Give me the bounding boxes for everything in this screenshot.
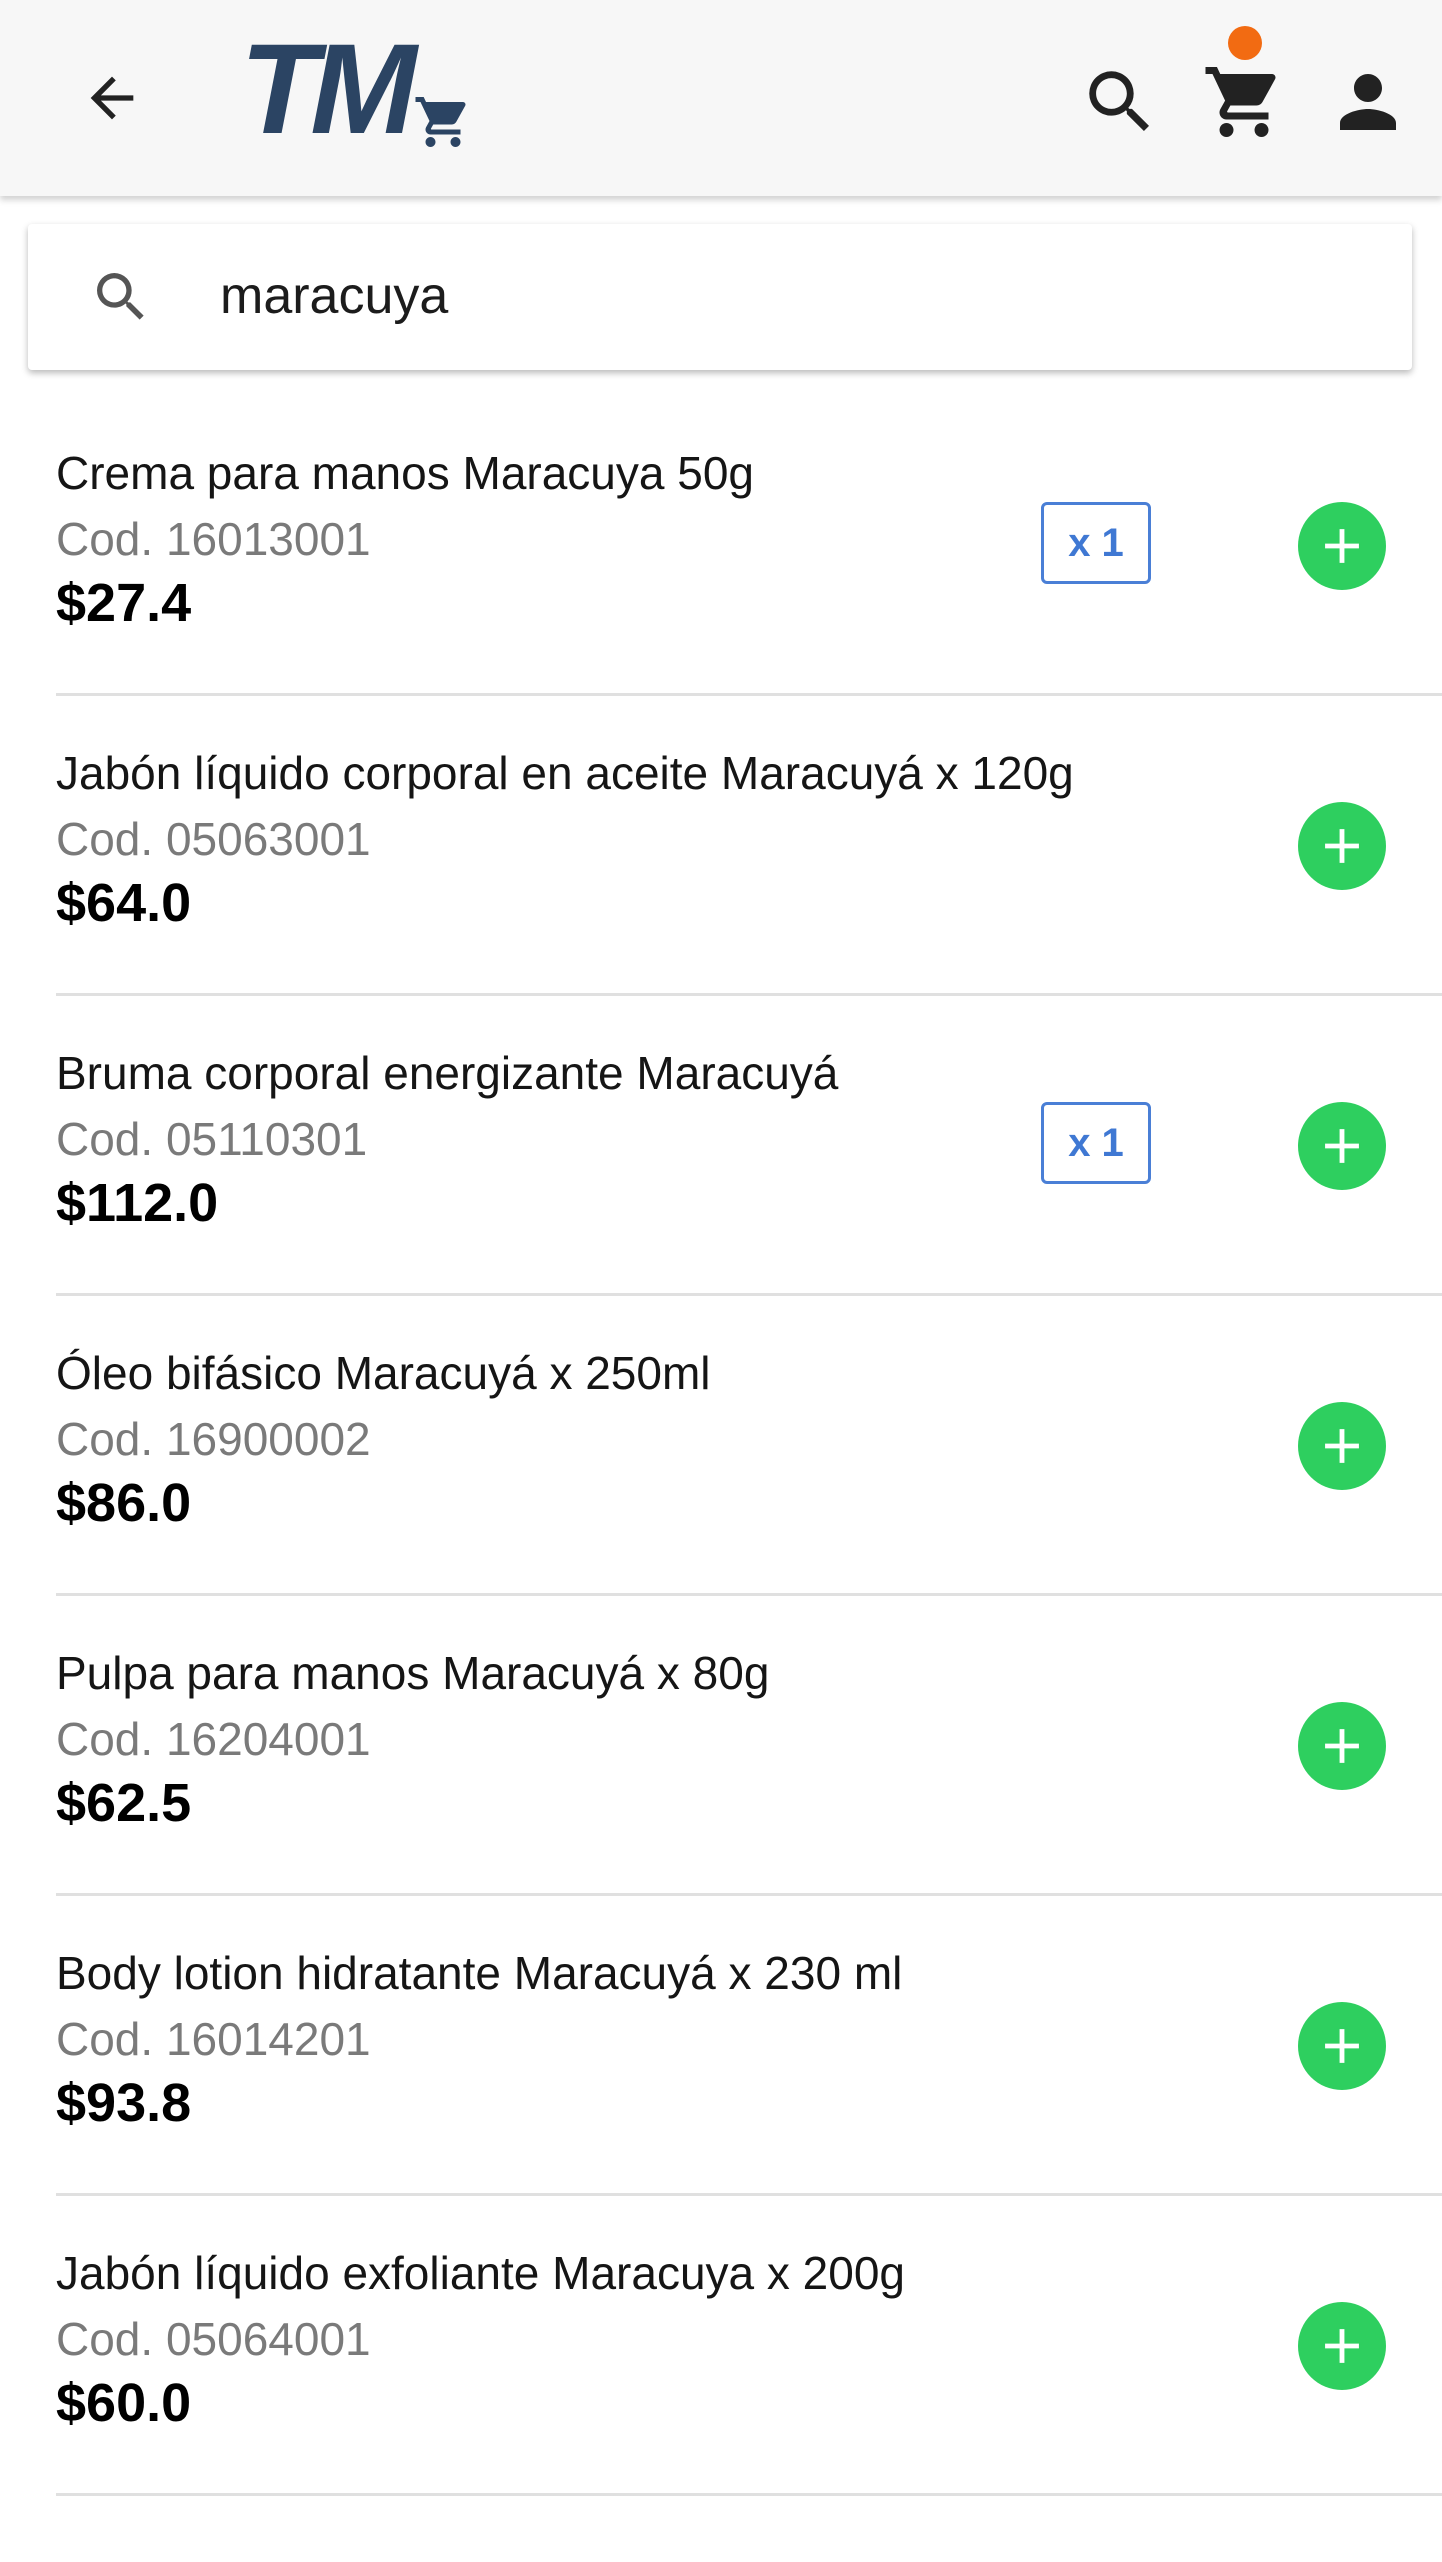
plus-icon: [1325, 2029, 1359, 2063]
quantity-badge[interactable]: x 1: [1041, 1102, 1151, 1184]
product-code: Cod. 16204001: [56, 1713, 371, 1765]
list-item[interactable]: Jabón líquido corporal en aceite Maracuy…: [56, 696, 1442, 996]
plus-icon: [1325, 1129, 1359, 1163]
search-icon: [1089, 71, 1150, 132]
product-price: $60.0: [56, 2373, 192, 2433]
plus-icon: [1325, 2329, 1359, 2363]
quantity-badge[interactable]: x 1: [1041, 502, 1151, 584]
back-button[interactable]: [62, 48, 162, 148]
product-list: Crema para manos Maracuya 50g Cod. 16013…: [0, 396, 1442, 2496]
product-name: Pulpa para manos Maracuyá x 80g: [56, 1647, 770, 1699]
account-icon: [1340, 74, 1396, 130]
product-price: $62.5: [56, 1773, 192, 1833]
product-code: Cod. 05064001: [56, 2313, 371, 2365]
plus-icon: [1325, 829, 1359, 863]
list-item[interactable]: Crema para manos Maracuya 50g Cod. 16013…: [56, 396, 1442, 696]
product-name: Óleo bifásico Maracuyá x 250ml: [56, 1347, 711, 1399]
add-to-cart-button[interactable]: [1298, 802, 1386, 890]
product-name: Jabón líquido exfoliante Maracuya x 200g: [56, 2247, 906, 2299]
account-button[interactable]: [1316, 52, 1420, 152]
list-item[interactable]: Bruma corporal energizante Maracuyá Cod.…: [56, 996, 1442, 1296]
plus-icon: [1325, 1429, 1359, 1463]
search-icon: [86, 262, 156, 332]
header-search-button[interactable]: [1068, 52, 1172, 152]
add-to-cart-button[interactable]: [1298, 2002, 1386, 2090]
logo-cart-icon: [415, 97, 466, 147]
search-input[interactable]: [220, 260, 1370, 332]
product-price: $86.0: [56, 1473, 192, 1533]
product-name: Bruma corporal energizante Maracuyá: [56, 1047, 839, 1099]
brand-logo[interactable]: TM: [240, 26, 480, 154]
product-price: $112.0: [56, 1173, 219, 1233]
add-to-cart-button[interactable]: [1298, 502, 1386, 590]
cart-notification-dot: [1228, 26, 1262, 60]
product-code: Cod. 16900002: [56, 1413, 371, 1465]
shopping-cart-icon: [1205, 67, 1276, 137]
logo-text: TM: [240, 18, 417, 161]
product-name: Jabón líquido corporal en aceite Maracuy…: [56, 747, 1074, 799]
cart-button[interactable]: [1192, 52, 1296, 152]
add-to-cart-button[interactable]: [1298, 2302, 1386, 2390]
product-code: Cod. 05110301: [56, 1113, 368, 1165]
product-code: Cod. 16014201: [56, 2013, 371, 2065]
list-item[interactable]: Pulpa para manos Maracuyá x 80g Cod. 162…: [56, 1596, 1442, 1896]
product-code: Cod. 16013001: [56, 513, 371, 565]
search-bar: [28, 224, 1412, 370]
product-name: Body lotion hidratante Maracuyá x 230 ml: [56, 1947, 903, 1999]
app-bar: TM: [0, 0, 1442, 196]
product-code: Cod. 05063001: [56, 813, 371, 865]
product-price: $64.0: [56, 873, 192, 933]
list-item[interactable]: Body lotion hidratante Maracuyá x 230 ml…: [56, 1896, 1442, 2196]
plus-icon: [1325, 529, 1359, 563]
product-name: Crema para manos Maracuya 50g: [56, 447, 754, 499]
arrow-back-icon: [90, 76, 134, 120]
plus-icon: [1325, 1729, 1359, 1763]
add-to-cart-button[interactable]: [1298, 1402, 1386, 1490]
list-item[interactable]: Jabón líquido exfoliante Maracuya x 200g…: [56, 2196, 1442, 2496]
add-to-cart-button[interactable]: [1298, 1702, 1386, 1790]
list-item[interactable]: Óleo bifásico Maracuyá x 250ml Cod. 1690…: [56, 1296, 1442, 1596]
product-price: $27.4: [56, 573, 192, 633]
product-price: $93.8: [56, 2073, 192, 2133]
add-to-cart-button[interactable]: [1298, 1102, 1386, 1190]
